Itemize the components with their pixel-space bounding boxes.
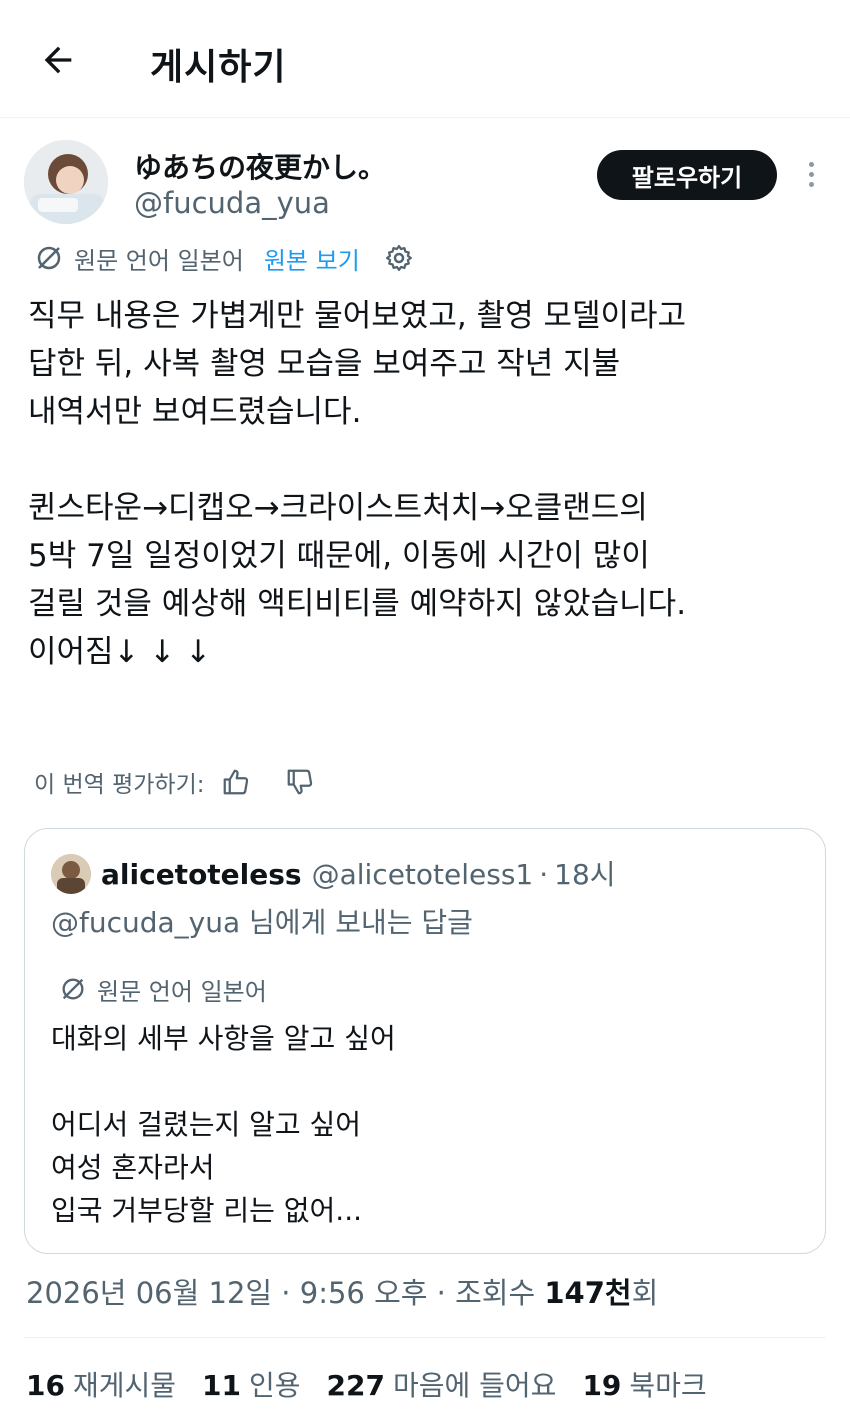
separator-dot: · (539, 858, 549, 891)
more-dot-icon (808, 181, 814, 187)
stat-number: 227 (326, 1369, 385, 1402)
post-meta: 2026년 06월 12일 · 9:56 오후 · 조회수 147천회 (26, 1270, 658, 1312)
stat-likes[interactable]: 227 마음에 들어요 (327, 1364, 557, 1404)
more-dot-icon (808, 161, 814, 167)
follow-button[interactable]: 팔로우하기 (597, 150, 777, 200)
stat-label: 재게시물 (72, 1369, 177, 1402)
quoted-post-time: 18시 (554, 858, 616, 891)
back-button[interactable] (34, 36, 82, 84)
avatar[interactable] (24, 140, 108, 224)
view-original-link[interactable]: 원본 보기 (264, 241, 360, 276)
stat-number: 11 (202, 1369, 241, 1402)
quoted-post-header: alicetoteless @alicetoteless1 · 18시 (101, 853, 616, 893)
quoted-display-name[interactable]: alicetoteless (101, 858, 302, 891)
gear-icon (385, 245, 412, 271)
quoted-translation-source-label: 원문 언어 일본어 (97, 977, 267, 1006)
reply-to-label: @fucuda_yua 님에게 보내는 답글 (51, 906, 473, 939)
quoted-translation-info: 원문 언어 일본어 (59, 971, 267, 1007)
translation-source-label: 원문 언어 일본어 (74, 246, 244, 275)
stat-label: 북마크 (629, 1369, 707, 1402)
rate-translation-label: 이 번역 평가하기: (34, 772, 205, 798)
quoted-avatar[interactable] (51, 854, 91, 894)
view-count: 147천 (544, 1276, 632, 1310)
user-handle[interactable]: @fucuda_yua (134, 186, 330, 220)
rate-translation: 이 번역 평가하기: (34, 762, 315, 802)
thumbs-down-button[interactable] (285, 767, 315, 797)
translate-icon (37, 246, 61, 270)
page-title: 게시하기 (150, 47, 287, 88)
translation-info: 원문 언어 일본어 원본 보기 (34, 240, 414, 276)
arrow-left-icon (44, 46, 72, 74)
post-datetime[interactable]: 2026년 06월 12일 · 9:56 오후 · 조회수 (26, 1276, 544, 1310)
stat-label: 인용 (248, 1369, 301, 1402)
post-text: 직무 내용은 가볍게만 물어보였고, 촬영 모델이라고 답한 뒤, 사복 촬영 … (28, 298, 687, 670)
quoted-user-handle[interactable]: @alicetoteless1 (312, 858, 534, 891)
more-dot-icon (808, 171, 814, 177)
stat-bookmarks[interactable]: 19 북마크 (582, 1364, 706, 1404)
thumbs-down-icon (287, 769, 312, 795)
post-author: ゆあちの夜更かし。 @fucuda_yua 팔로우하기 (24, 140, 834, 230)
thumbs-up-icon (223, 769, 248, 795)
translate-icon (62, 978, 84, 1000)
quoted-post-card[interactable]: alicetoteless @alicetoteless1 · 18시 @fuc… (24, 828, 826, 1254)
view-count-suffix: 회 (631, 1276, 659, 1310)
stat-number: 19 (582, 1369, 622, 1402)
stat-quotes[interactable]: 11 인용 (202, 1364, 301, 1404)
top-app-bar: 게시하기 (0, 0, 850, 118)
stat-label: 마음에 들어요 (392, 1369, 557, 1402)
stat-reposts[interactable]: 16 재게시물 (26, 1364, 176, 1404)
more-options-button[interactable] (794, 154, 828, 194)
quoted-avatar-image (51, 854, 91, 894)
divider (24, 1337, 826, 1338)
stat-number: 16 (26, 1369, 65, 1402)
thumbs-up-button[interactable] (221, 767, 251, 797)
translation-settings-button[interactable] (384, 243, 414, 273)
avatar-image (24, 140, 108, 224)
engagement-stats: 16 재게시물 11 인용 227 마음에 들어요 19 북마크 (26, 1364, 733, 1404)
display-name[interactable]: ゆあちの夜更かし。 (134, 146, 386, 186)
quoted-post-text: 대화의 세부 사항을 알고 싶어 어디서 걸렸는지 알고 싶어 여성 혼자라서 … (51, 1022, 396, 1227)
